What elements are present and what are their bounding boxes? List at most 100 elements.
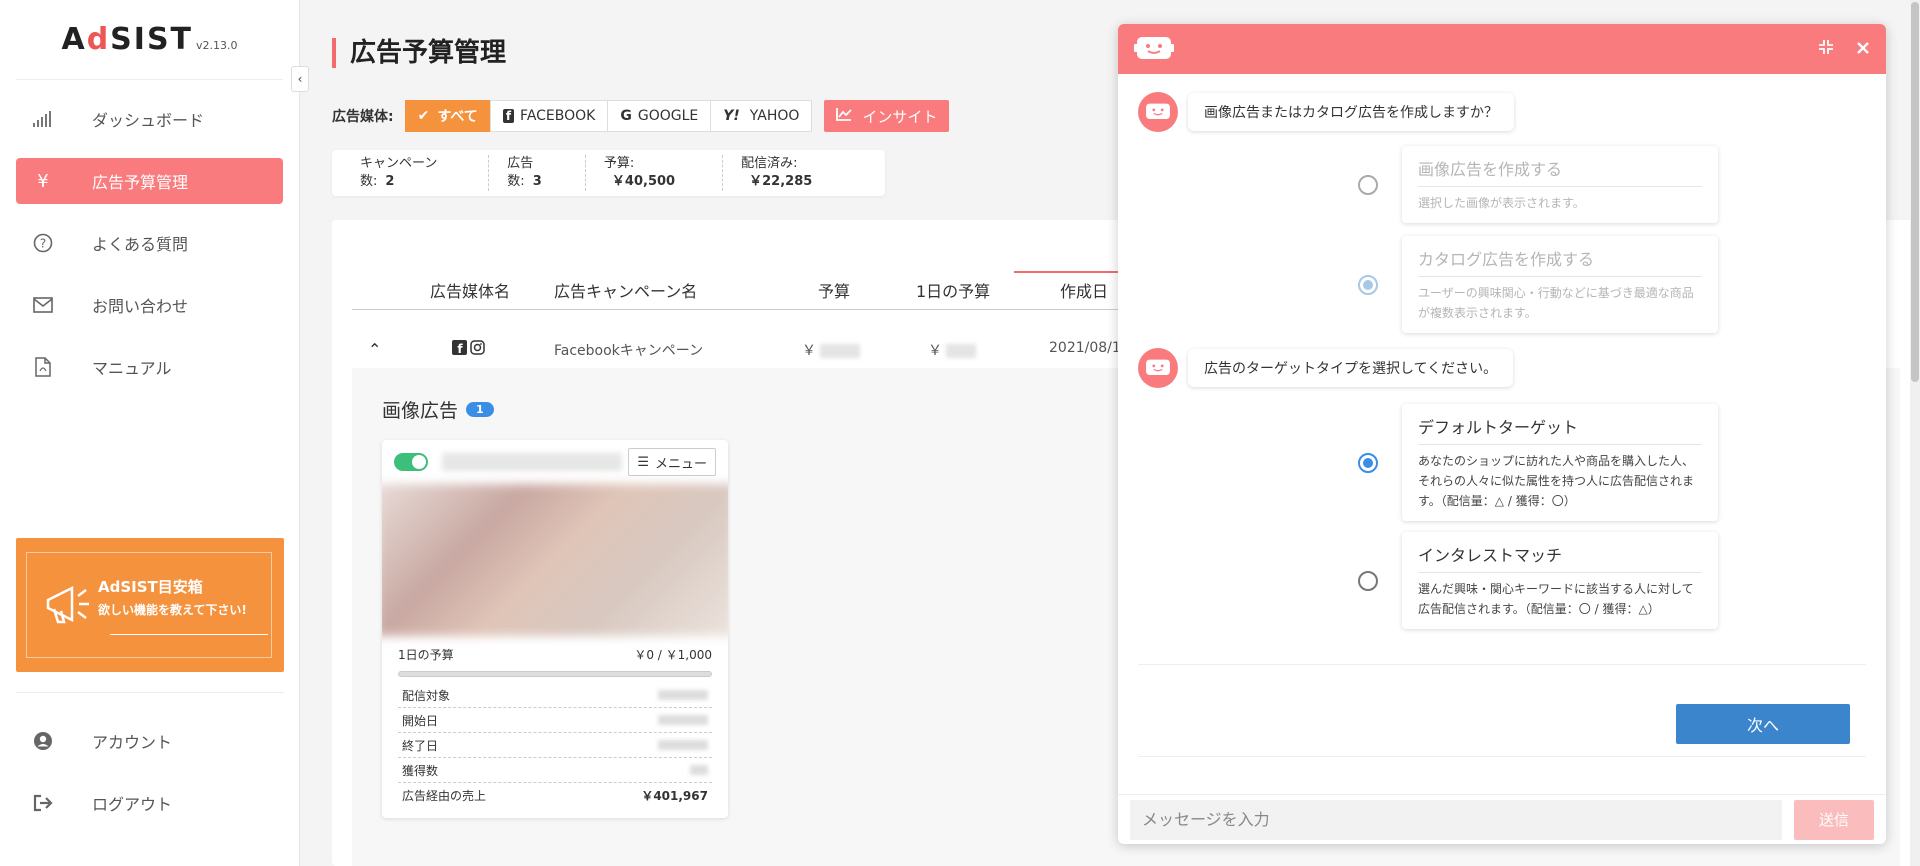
- compress-icon[interactable]: [1818, 39, 1834, 60]
- sidebar-nav: ダッシュボード ¥ 広告予算管理 ? よくある質問 お問い合わせ マニュアル: [0, 96, 299, 390]
- banner-text: AdSIST目安箱 欲しい機能を教えて下さい!: [98, 576, 247, 618]
- insight-button[interactable]: インサイト: [824, 100, 950, 132]
- option-default-target[interactable]: デフォルトターゲット あなたのショップに訪れた人や商品を購入した人、それらの人々…: [1358, 404, 1718, 521]
- option-image-ad[interactable]: 画像広告を作成する 選択した画像が表示されます。: [1358, 146, 1718, 223]
- sidebar-item-label: よくある質問: [92, 235, 189, 254]
- media-filter-label: 広告媒体:: [332, 109, 394, 125]
- message-bubble: 画像広告またはカタログ広告を作成しますか？: [1188, 93, 1514, 131]
- media-filter-yahoo[interactable]: Y! YAHOO: [710, 100, 813, 132]
- sidebar: AdSIST v2.13.0 ダッシュボード ¥ 広告予算管理 ? よくある質問…: [0, 0, 300, 866]
- ad-sales-row: 広告経由の売上 ￥401,967: [402, 789, 708, 803]
- daily-budget-progress-bar: [398, 671, 712, 677]
- chat-messages: 画像広告またはカタログ広告を作成しますか？ 画像広告を作成する 選択した画像が表…: [1118, 74, 1886, 794]
- chat-header-actions: [1818, 39, 1870, 60]
- bot-message: 広告のターゲットタイプを選択してください。: [1138, 348, 1514, 388]
- instagram-icon: [470, 340, 485, 355]
- user-circle-icon: [28, 731, 58, 751]
- sidebar-bottom-nav: アカウント ログアウト: [0, 718, 300, 842]
- chat-header: [1118, 24, 1886, 74]
- signal-bars-icon: [28, 110, 58, 128]
- question-circle-icon: ?: [28, 233, 58, 253]
- next-button[interactable]: 次へ: [1676, 704, 1850, 744]
- stat-campaign-count: キャンペーン数: 2: [342, 155, 490, 191]
- sidebar-item-budget[interactable]: ¥ 広告予算管理: [16, 158, 283, 204]
- column-header-daily-budget[interactable]: 1日の予算: [916, 278, 990, 302]
- ad-card: ☰ メニュー 1日の予算 ￥0 / ￥1,000 配信対象 開始日 終了日 獲得数…: [382, 440, 728, 818]
- message-bubble: 広告のターゲットタイプを選択してください。: [1188, 349, 1514, 387]
- ad-field-row: 獲得数: [398, 758, 712, 783]
- feedback-banner[interactable]: AdSIST目安箱 欲しい機能を教えて下さい!: [16, 538, 284, 672]
- chart-line-icon: [836, 107, 853, 125]
- yahoo-icon: Y!: [723, 108, 740, 124]
- media-filter-google[interactable]: G GOOGLE: [607, 100, 712, 132]
- radio-button[interactable]: [1358, 452, 1378, 473]
- media-filter-facebook[interactable]: f FACEBOOK: [489, 100, 609, 132]
- logo[interactable]: AdSIST v2.13.0: [16, 0, 283, 80]
- divider: [1138, 756, 1866, 757]
- sidebar-item-logout[interactable]: ログアウト: [16, 780, 284, 826]
- facebook-icon: f: [502, 109, 515, 123]
- daily-budget-row: 1日の予算 ￥0 / ￥1,000: [398, 648, 712, 662]
- sidebar-item-contact[interactable]: お問い合わせ: [16, 282, 283, 328]
- chatbot-panel: 画像広告またはカタログ広告を作成しますか？ 画像広告を作成する 選択した画像が表…: [1118, 24, 1886, 844]
- sidebar-item-label: ダッシュボード: [92, 111, 205, 130]
- sidebar-item-label: アカウント: [92, 733, 173, 752]
- column-header-budget[interactable]: 予算: [818, 278, 850, 302]
- count-badge: 1: [466, 402, 494, 417]
- ad-status-toggle[interactable]: [394, 453, 428, 471]
- ad-card-header: ☰ メニュー: [382, 440, 728, 484]
- section-title: 画像広告 1: [382, 396, 494, 423]
- bot-message: 画像広告またはカタログ広告を作成しますか？: [1138, 92, 1514, 132]
- ad-field-row: 配信対象: [398, 683, 712, 708]
- yen-icon: ¥: [37, 170, 49, 192]
- version-label: v2.13.0: [196, 39, 238, 52]
- chat-input-bar: 送信: [1118, 794, 1886, 844]
- page-title: 広告予算管理: [332, 38, 506, 68]
- pdf-file-icon: [28, 357, 58, 377]
- google-icon: G: [620, 108, 632, 124]
- budget-value: ￥: [802, 340, 860, 360]
- daily-budget-value: ￥: [928, 340, 976, 360]
- sidebar-item-manual[interactable]: マニュアル: [16, 344, 283, 390]
- sidebar-item-label: ログアウト: [92, 795, 173, 814]
- ad-image: [382, 484, 728, 636]
- option-card[interactable]: カタログ広告を作成する ユーザーの興味関心・行動などに基づき最適な商品が複数表示…: [1402, 236, 1718, 333]
- banner-subtitle: 欲しい機能を教えて下さい!: [98, 603, 247, 617]
- option-catalog-ad[interactable]: カタログ広告を作成する ユーザーの興味関心・行動などに基づき最適な商品が複数表示…: [1358, 236, 1718, 333]
- option-card[interactable]: インタレストマッチ 選んだ興味・関心キーワードに該当する人に対して広告配信されま…: [1402, 532, 1718, 629]
- check-icon: ✔: [417, 108, 430, 124]
- send-button[interactable]: 送信: [1794, 799, 1874, 840]
- column-header-created[interactable]: 作成日: [1060, 278, 1108, 302]
- sidebar-item-dashboard[interactable]: ダッシュボード: [16, 96, 283, 142]
- option-card[interactable]: デフォルトターゲット あなたのショップに訪れた人や商品を購入した人、それらの人々…: [1402, 404, 1718, 521]
- sort-indicator: [1014, 271, 1134, 273]
- option-interest-match[interactable]: インタレストマッチ 選んだ興味・関心キーワードに該当する人に対して広告配信されま…: [1358, 532, 1718, 629]
- radio-button[interactable]: [1358, 570, 1378, 591]
- ad-field-row: 開始日: [398, 708, 712, 733]
- sidebar-item-account[interactable]: アカウント: [16, 718, 284, 764]
- radio-button[interactable]: [1358, 174, 1378, 195]
- message-input[interactable]: [1130, 799, 1782, 840]
- envelope-icon: [28, 297, 58, 313]
- logo-text: AdSIST: [61, 22, 194, 57]
- bot-icon: [1146, 359, 1170, 375]
- stat-ad-count: 広告数: 3: [489, 155, 586, 191]
- divider: [1138, 664, 1866, 665]
- chevron-up-icon[interactable]: ⌃: [368, 340, 381, 359]
- sidebar-item-label: お問い合わせ: [92, 297, 189, 316]
- hamburger-icon: ☰: [637, 454, 649, 470]
- svg-text:f: f: [457, 342, 463, 355]
- close-icon[interactable]: [1856, 39, 1870, 60]
- media-filter-all[interactable]: ✔ すべて: [404, 100, 491, 132]
- logout-icon: [28, 794, 58, 812]
- radio-button[interactable]: [1358, 274, 1378, 295]
- bot-icon: [1146, 103, 1170, 119]
- page-scrollbar-thumb[interactable]: [1911, 2, 1919, 382]
- bot-avatar: [1138, 92, 1178, 132]
- ad-menu-button[interactable]: ☰ メニュー: [628, 448, 716, 476]
- option-card[interactable]: 画像広告を作成する 選択した画像が表示されます。: [1402, 146, 1718, 223]
- bot-icon: [1134, 37, 1174, 59]
- sidebar-item-faq[interactable]: ? よくある質問: [16, 220, 283, 266]
- column-header-media[interactable]: 広告媒体名: [430, 278, 510, 302]
- column-header-campaign[interactable]: 広告キャンペーン名: [554, 278, 697, 302]
